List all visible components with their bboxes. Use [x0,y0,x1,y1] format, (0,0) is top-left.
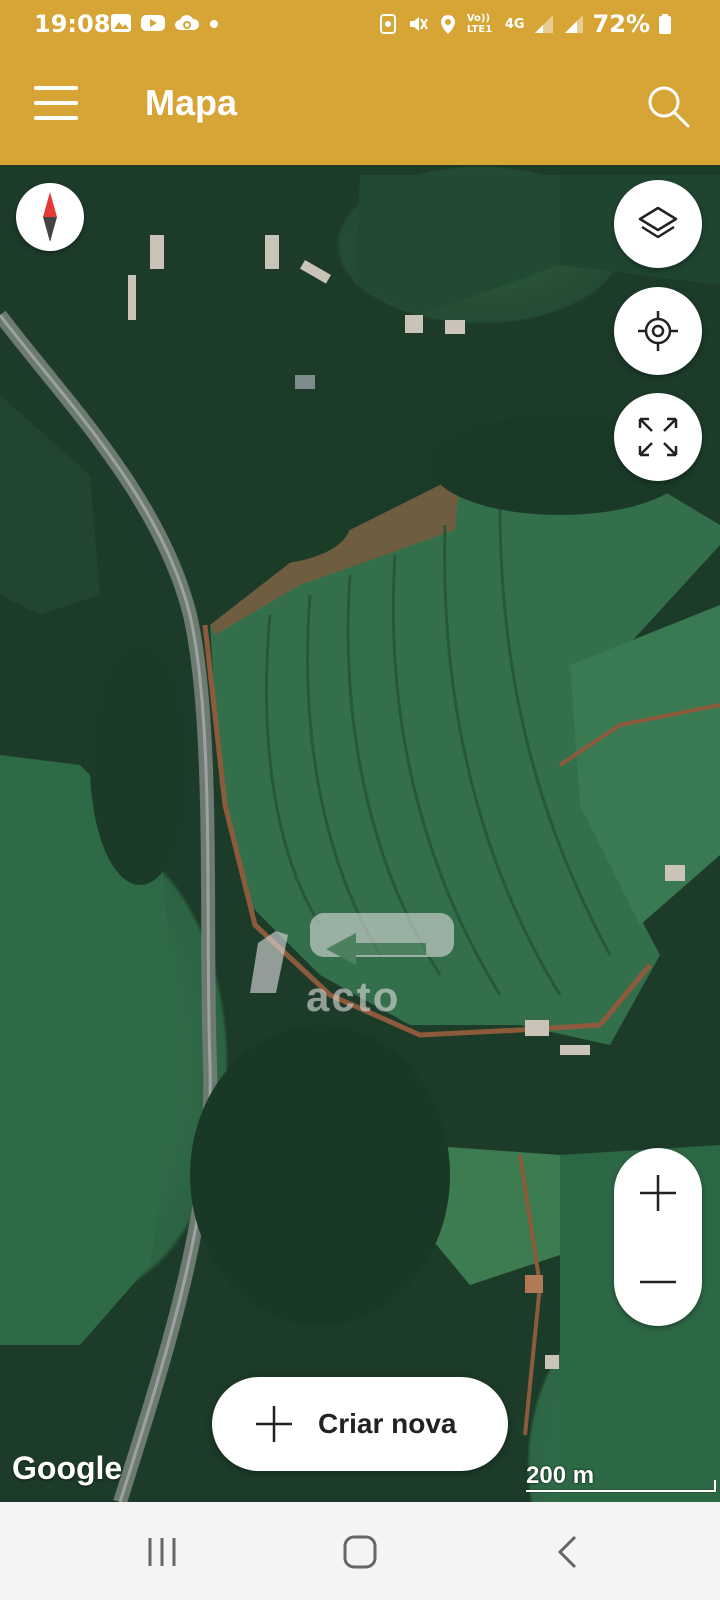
minus-icon [640,1280,676,1283]
battery-percent: 72% [592,10,650,38]
youtube-icon [141,15,165,31]
menu-icon-bar [34,86,78,90]
plus-icon [256,1406,292,1442]
screenshot-icon [379,14,396,34]
search-icon [648,86,690,128]
fullscreen-button[interactable] [614,393,702,481]
recent-apps-icon [148,1538,176,1566]
scale-tick [714,1480,716,1492]
layers-icon [638,206,678,239]
recent-apps-button[interactable] [142,1532,182,1572]
map-imagery [0,175,720,1502]
scale-line [526,1490,716,1492]
status-time: 19:08 [34,10,111,38]
dot-icon [210,20,218,28]
zoom-controls [614,1148,702,1326]
expand-icon [638,417,678,457]
zoom-in-button[interactable] [614,1148,702,1237]
menu-icon-bar [34,116,78,120]
status-icons-left [110,12,220,34]
map-scale: 200 m [526,1462,716,1492]
signal-icon [564,15,583,33]
scale-label: 200 m [526,1462,595,1489]
my-location-button[interactable] [614,287,702,375]
compass-button[interactable] [16,183,84,251]
system-nav-bar [0,1502,720,1600]
volte-icon: Vo)) LTE1 [466,13,493,35]
layers-button[interactable] [614,180,702,268]
google-attribution: Google [12,1450,123,1486]
home-icon [343,1535,377,1569]
menu-button[interactable] [34,86,78,126]
status-icons-right: Vo)) LTE1 4G 72% [377,10,672,38]
pacto-watermark: acto [246,913,466,1023]
status-bar: 19:08 Vo)) LTE1 4G 72% [0,0,720,52]
compass-icon [43,192,57,242]
watermark-text: acto [306,973,401,1020]
app-bar: Mapa [0,52,720,165]
menu-icon-bar [34,101,78,105]
mute-icon [409,17,428,31]
plus-icon [640,1174,676,1211]
search-button[interactable] [644,82,692,130]
cloud-sync-icon [175,15,200,30]
back-icon [557,1535,577,1569]
gallery-icon [111,14,131,32]
create-new-button[interactable]: Criar nova [212,1377,508,1471]
location-icon [440,15,455,34]
my-location-icon [638,311,678,351]
create-new-label: Criar nova [318,1408,457,1439]
signal-icon [534,15,553,33]
page-title: Mapa [145,82,238,123]
home-button[interactable] [340,1532,380,1572]
battery-icon [659,14,671,34]
zoom-out-button[interactable] [614,1237,702,1326]
4g-icon: 4G [504,16,525,32]
satellite-map[interactable]: acto Criar nova Google 200 m [0,165,720,1502]
back-button[interactable] [548,1532,588,1572]
